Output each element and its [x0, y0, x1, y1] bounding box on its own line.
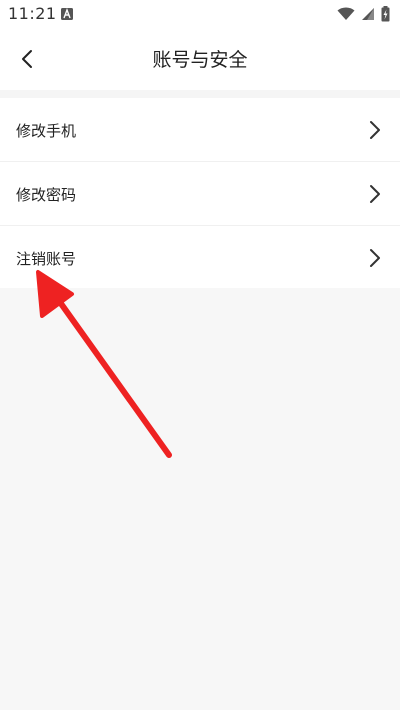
page-title: 账号与安全 [152, 49, 248, 71]
empty-content-area [0, 288, 400, 710]
chevron-right-icon [370, 185, 380, 203]
status-icons [337, 6, 390, 22]
wifi-icon [337, 7, 355, 20]
chevron-right-icon [370, 121, 380, 139]
menu-item-label: 修改密码 [16, 186, 77, 204]
status-time: 11:21 [8, 4, 57, 23]
menu-item-change-password[interactable]: 修改密码 [0, 162, 400, 226]
menu-item-label: 修改手机 [16, 122, 77, 140]
status-bar: 11:21 [0, 0, 400, 28]
section-divider [0, 90, 400, 98]
header: 账号与安全 [0, 28, 400, 90]
signal-icon [362, 8, 374, 20]
menu-list: 修改手机 修改密码 注销账号 [0, 98, 400, 289]
menu-item-delete-account[interactable]: 注销账号 [0, 226, 400, 289]
chevron-right-icon [370, 249, 380, 267]
battery-charging-icon [381, 6, 390, 22]
a-letter-icon [61, 8, 73, 20]
menu-item-change-phone[interactable]: 修改手机 [0, 98, 400, 162]
menu-item-label: 注销账号 [16, 250, 77, 268]
